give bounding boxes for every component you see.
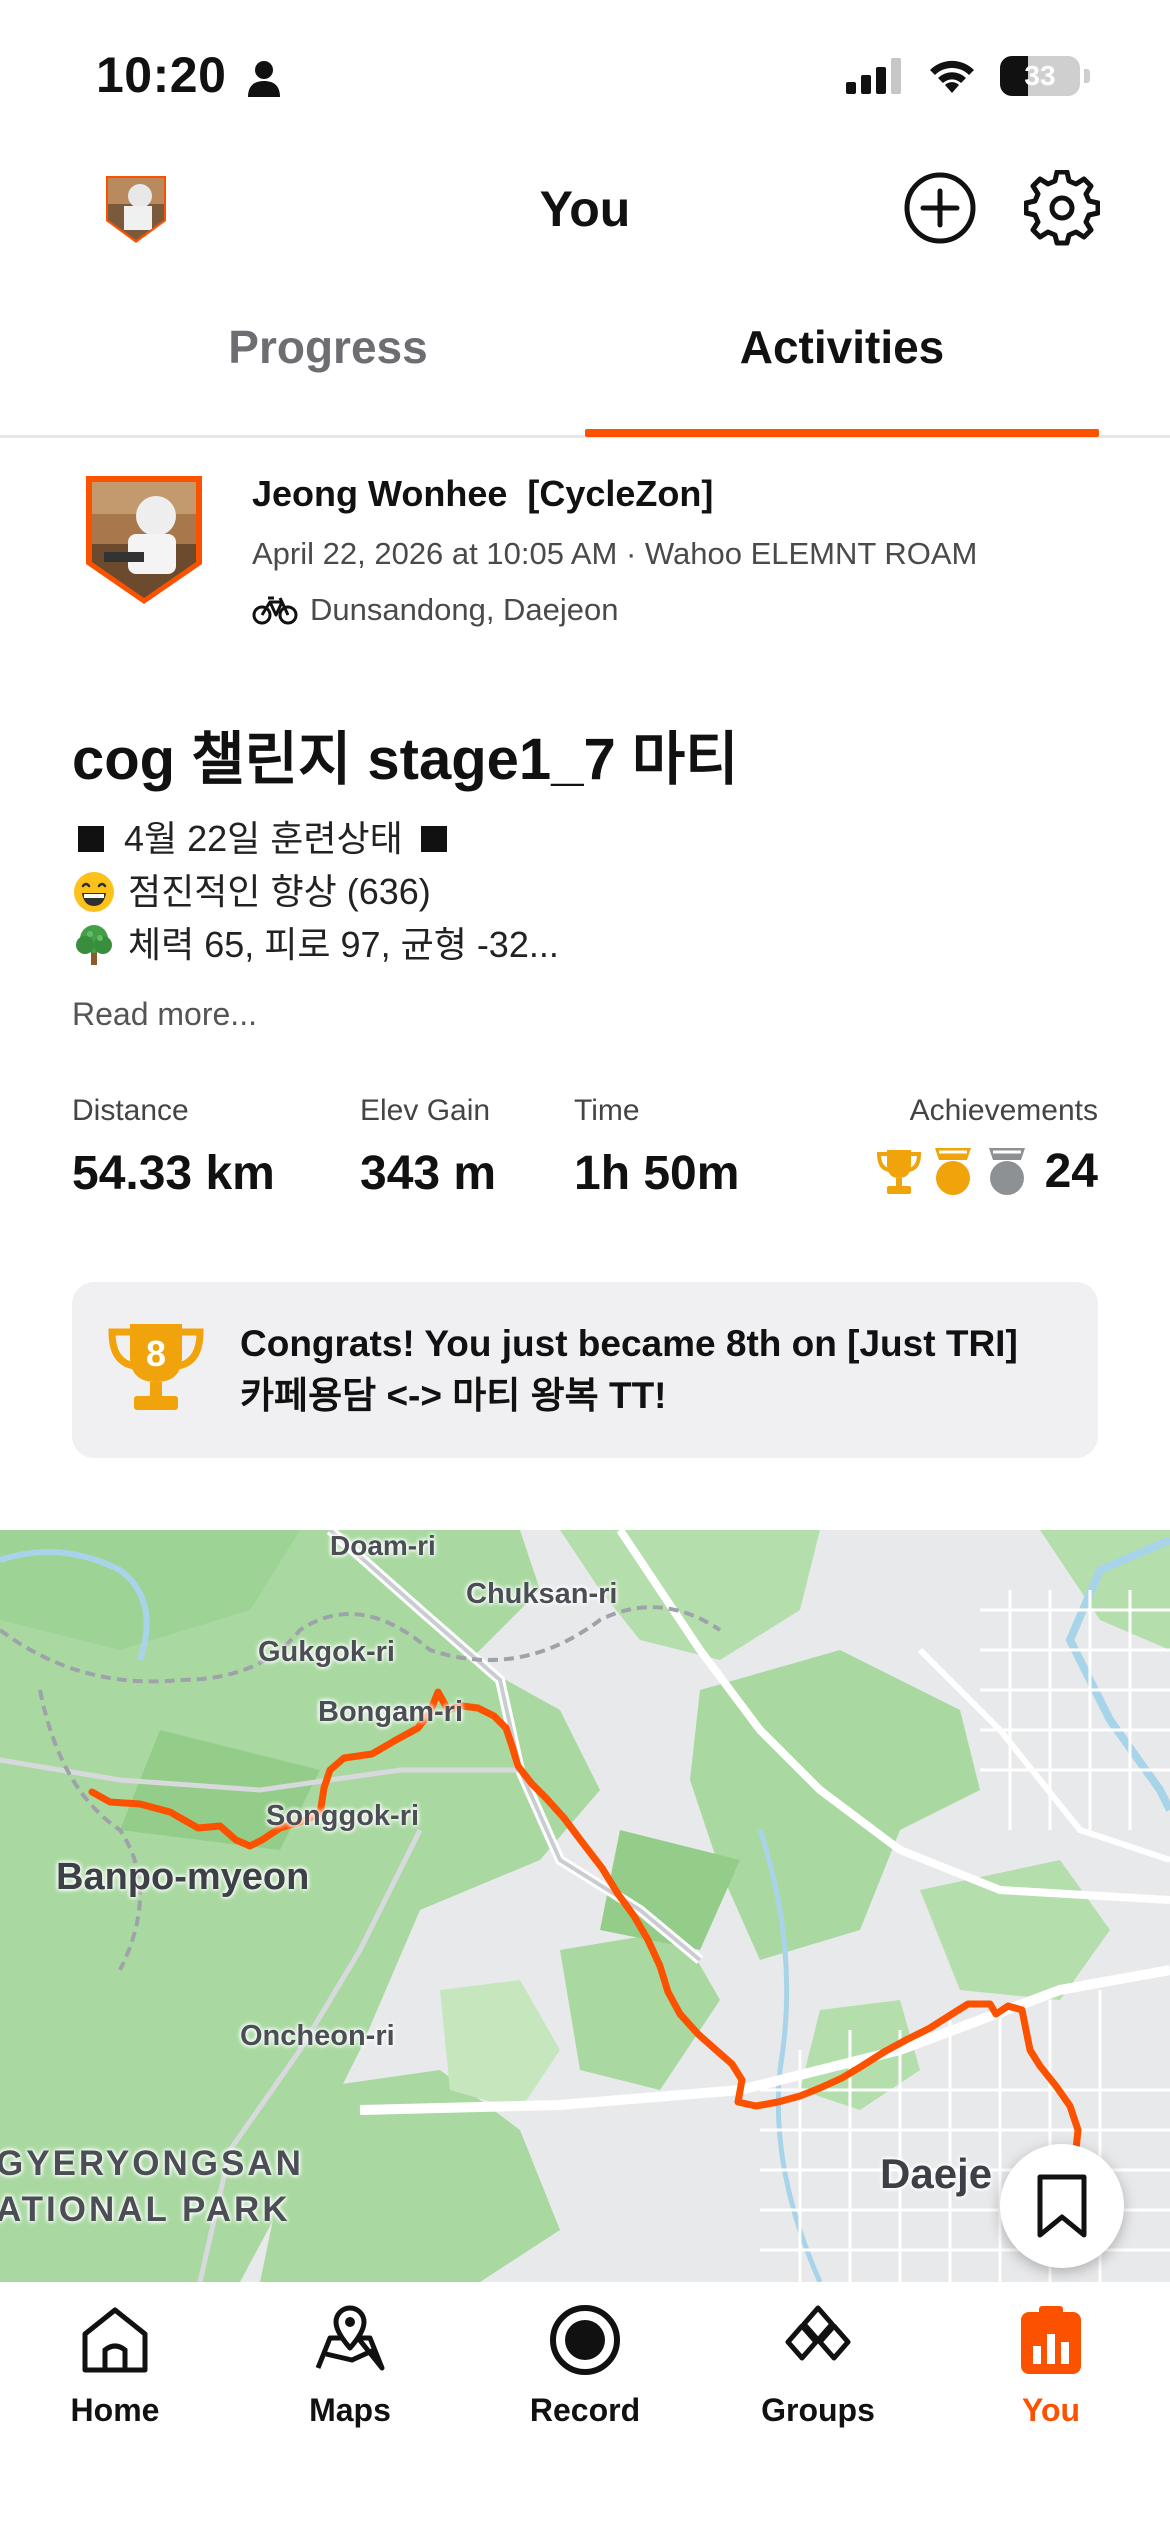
map-label-chuksan: Chuksan-ri bbox=[466, 1578, 618, 1610]
read-more-link[interactable]: Read more... bbox=[72, 996, 257, 1033]
tab-bar: Progress Activities bbox=[0, 290, 1170, 438]
elev-gain-value: 343 m bbox=[360, 1147, 497, 1200]
activity-description: 4월 22일 훈련상태 점진적인 향상 (636) 체력 65, 피로 97, … bbox=[72, 812, 559, 971]
distance-label: Distance bbox=[72, 1094, 189, 1127]
nav-label-you: You bbox=[1021, 2392, 1081, 2428]
bike-icon bbox=[252, 596, 298, 625]
tab-activities[interactable]: Activities bbox=[585, 320, 1099, 374]
location-row: Dunsandong, Daejeon bbox=[252, 592, 619, 628]
description-text: 점진적인 향상 (636) bbox=[128, 871, 431, 912]
status-bar: 10:20 33 bbox=[0, 0, 1170, 150]
bottom-nav: Home Maps Record Groups You bbox=[0, 2282, 1170, 2532]
groups-icon bbox=[785, 2305, 851, 2361]
rank-trophy-icon: 8 bbox=[108, 1324, 204, 1410]
description-line: 4월 22일 훈련상태 bbox=[72, 812, 559, 865]
record-icon bbox=[550, 2305, 620, 2375]
distance-value: 54.33 km bbox=[72, 1147, 275, 1200]
maps-icon bbox=[315, 2305, 385, 2371]
active-tab-indicator bbox=[585, 429, 1099, 437]
battery-nub bbox=[1084, 69, 1090, 83]
location-text: Dunsandong, Daejeon bbox=[310, 592, 619, 627]
map-label-oncheon: Oncheon-ri bbox=[240, 2020, 395, 2052]
athlete-name[interactable]: Jeong Wonhee [CycleZon] bbox=[252, 473, 713, 515]
nav-you[interactable]: You bbox=[951, 2302, 1151, 2429]
trophy-icon bbox=[876, 1149, 921, 1194]
time-value: 1h 50m bbox=[574, 1147, 740, 1200]
map-label-gukgok: Gukgok-ri bbox=[258, 1636, 395, 1668]
signal-icon bbox=[846, 58, 901, 94]
add-circle-icon[interactable] bbox=[902, 170, 978, 246]
gold-medal-icon bbox=[934, 1147, 971, 1195]
battery-icon: 33 bbox=[1000, 56, 1080, 96]
map-label-doam: Doam-ri bbox=[330, 1530, 436, 1561]
description-line: 점진적인 향상 (636) bbox=[72, 865, 559, 918]
achievements-count: 24 bbox=[1044, 1145, 1098, 1198]
map-label-songgok: Songgok-ri bbox=[266, 1800, 420, 1832]
time-label: Time bbox=[574, 1094, 640, 1127]
wifi-icon bbox=[930, 60, 974, 93]
app-header: You bbox=[0, 150, 1170, 270]
description-line: 체력 65, 피로 97, 균형 -32... bbox=[72, 918, 559, 971]
home-icon bbox=[82, 2307, 148, 2373]
nav-label-groups: Groups bbox=[761, 2392, 875, 2428]
gear-icon[interactable] bbox=[1024, 170, 1100, 246]
nav-record[interactable]: Record bbox=[485, 2302, 685, 2429]
activity-meta: April 22, 2026 at 10:05 AM · Wahoo ELEMN… bbox=[252, 536, 978, 571]
nav-home[interactable]: Home bbox=[15, 2302, 215, 2429]
grinning-face-icon bbox=[74, 871, 114, 912]
bookmark-button[interactable] bbox=[1000, 2144, 1124, 2268]
status-indicators: 33 bbox=[846, 56, 1090, 96]
nav-label-home: Home bbox=[70, 2392, 160, 2428]
square-icon bbox=[78, 825, 104, 852]
achievements-label: Achievements bbox=[909, 1094, 1098, 1127]
rank-number: 8 bbox=[146, 1333, 166, 1374]
person-icon bbox=[248, 61, 280, 97]
nav-maps[interactable]: Maps bbox=[250, 2302, 450, 2429]
nav-label-maps: Maps bbox=[309, 2392, 391, 2428]
status-time: 10:20 bbox=[96, 47, 227, 103]
square-icon bbox=[420, 825, 447, 852]
nav-label-record: Record bbox=[529, 2392, 641, 2428]
description-text: 4월 22일 훈련상태 bbox=[124, 818, 403, 859]
map-label-bongam: Bongam-ri bbox=[318, 1696, 463, 1728]
nav-groups[interactable]: Groups bbox=[718, 2302, 918, 2429]
bookmark-icon bbox=[1037, 2174, 1087, 2238]
silver-medal-icon bbox=[988, 1147, 1025, 1195]
achievements[interactable]: 24 bbox=[875, 1144, 1098, 1199]
tree-icon bbox=[76, 924, 112, 965]
segment-congrats-card[interactable]: 8 Congrats! You just became 8th on [Just… bbox=[72, 1282, 1098, 1458]
map-label-gyeryongsan: GYERYONGSAN bbox=[0, 2144, 304, 2183]
map-label-national-park: ATIONAL PARK bbox=[0, 2190, 291, 2229]
you-icon bbox=[1021, 2306, 1081, 2374]
page-title: You bbox=[539, 181, 631, 237]
battery-level: 33 bbox=[1024, 60, 1056, 91]
route-map[interactable]: Doam-ri Chuksan-ri Gukgok-ri Bongam-ri S… bbox=[0, 1530, 1170, 2282]
elev-gain-label: Elev Gain bbox=[360, 1094, 491, 1127]
description-text: 체력 65, 피로 97, 균형 -32... bbox=[128, 924, 559, 965]
map-label-daejeon: Daeje bbox=[880, 2150, 993, 2197]
map-label-banpo: Banpo-myeon bbox=[56, 1856, 310, 1898]
activity-title[interactable]: cog 챌린지 stage1_7 마티 bbox=[72, 712, 739, 796]
congrats-text: Congrats! You just became 8th on [Just T… bbox=[240, 1323, 1018, 1416]
athlete-avatar[interactable] bbox=[84, 474, 204, 606]
tab-progress[interactable]: Progress bbox=[71, 320, 585, 374]
